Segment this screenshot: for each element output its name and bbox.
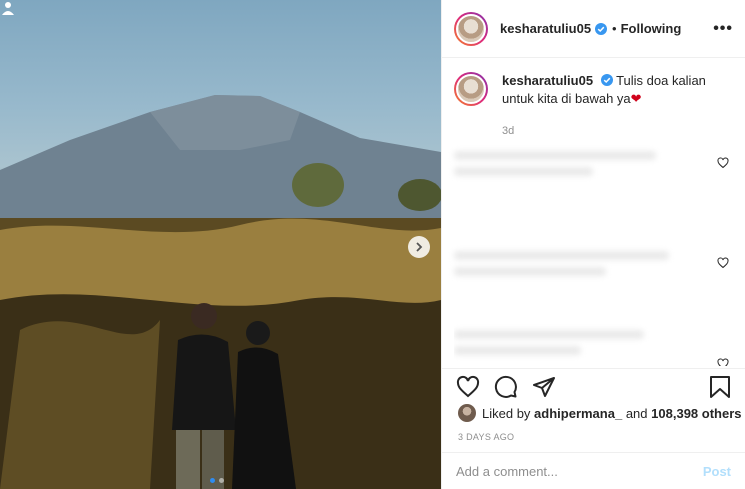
woman-head [246, 321, 270, 345]
verified-icon [600, 74, 613, 86]
carousel-dot [210, 478, 215, 483]
man-leg [176, 430, 200, 489]
tree [398, 179, 441, 211]
likes-prefix: Liked by [482, 405, 531, 421]
post-sidebar: kesharatuliu05 • Following ••• kesharatu… [441, 0, 745, 489]
carousel-dots [210, 478, 224, 483]
likes-summary: Liked by adhipermana_ and 108,398 others [458, 404, 742, 422]
caption-username[interactable]: kesharatuliu05 [502, 73, 593, 88]
photo-scene [0, 95, 441, 489]
caption-text-block: kesharatuliu05 Tulis doa kalian untuk ki… [502, 72, 733, 140]
comment-item [454, 318, 729, 366]
separator-dot: • [612, 21, 617, 36]
add-comment-bar: Post [442, 452, 745, 489]
header-username[interactable]: kesharatuliu05 [500, 21, 591, 36]
post-header: kesharatuliu05 • Following ••• [442, 0, 745, 58]
comment-blurred-text [454, 150, 707, 176]
avatar[interactable] [454, 11, 488, 46]
comment-blurred-text [454, 329, 707, 355]
share-icon[interactable] [532, 375, 556, 399]
likes-count[interactable]: 108,398 others [651, 406, 741, 421]
post-date[interactable]: 3 DAYS AGO [458, 432, 514, 442]
comment-input[interactable] [456, 463, 703, 479]
comment-item [454, 140, 729, 186]
verified-icon [595, 22, 608, 35]
bookmark-icon[interactable] [709, 375, 731, 399]
following-button[interactable]: Following [621, 21, 682, 36]
post-caption: kesharatuliu05 Tulis doa kalian untuk ki… [454, 72, 733, 140]
post-photo[interactable] [0, 0, 441, 489]
carousel-dot [219, 478, 224, 483]
chevron-right-icon [416, 242, 423, 252]
comment-icon[interactable] [494, 375, 518, 399]
man-head [191, 303, 217, 329]
avatar[interactable] [454, 72, 488, 106]
caption-heart-emoji: ❤ [630, 91, 642, 106]
more-options-button[interactable]: ••• [713, 20, 733, 38]
post-actions [442, 368, 745, 404]
heart-icon[interactable] [456, 375, 480, 399]
grass-highlight [0, 320, 160, 489]
heart-icon[interactable] [717, 157, 729, 169]
post-comment-button[interactable]: Post [703, 464, 731, 479]
man-body [172, 334, 236, 430]
comment-item [454, 240, 729, 286]
likes-user[interactable]: adhipermana_ [534, 406, 622, 421]
heart-icon[interactable] [717, 358, 729, 366]
likes-and: and [625, 405, 648, 421]
tree [292, 163, 344, 207]
caption-time[interactable]: 3d [502, 122, 733, 140]
next-slide-button[interactable] [408, 236, 430, 258]
user-tag-icon[interactable] [0, 0, 16, 16]
heart-icon[interactable] [717, 257, 729, 269]
avatar[interactable] [458, 404, 476, 422]
comment-blurred-text [454, 250, 707, 276]
